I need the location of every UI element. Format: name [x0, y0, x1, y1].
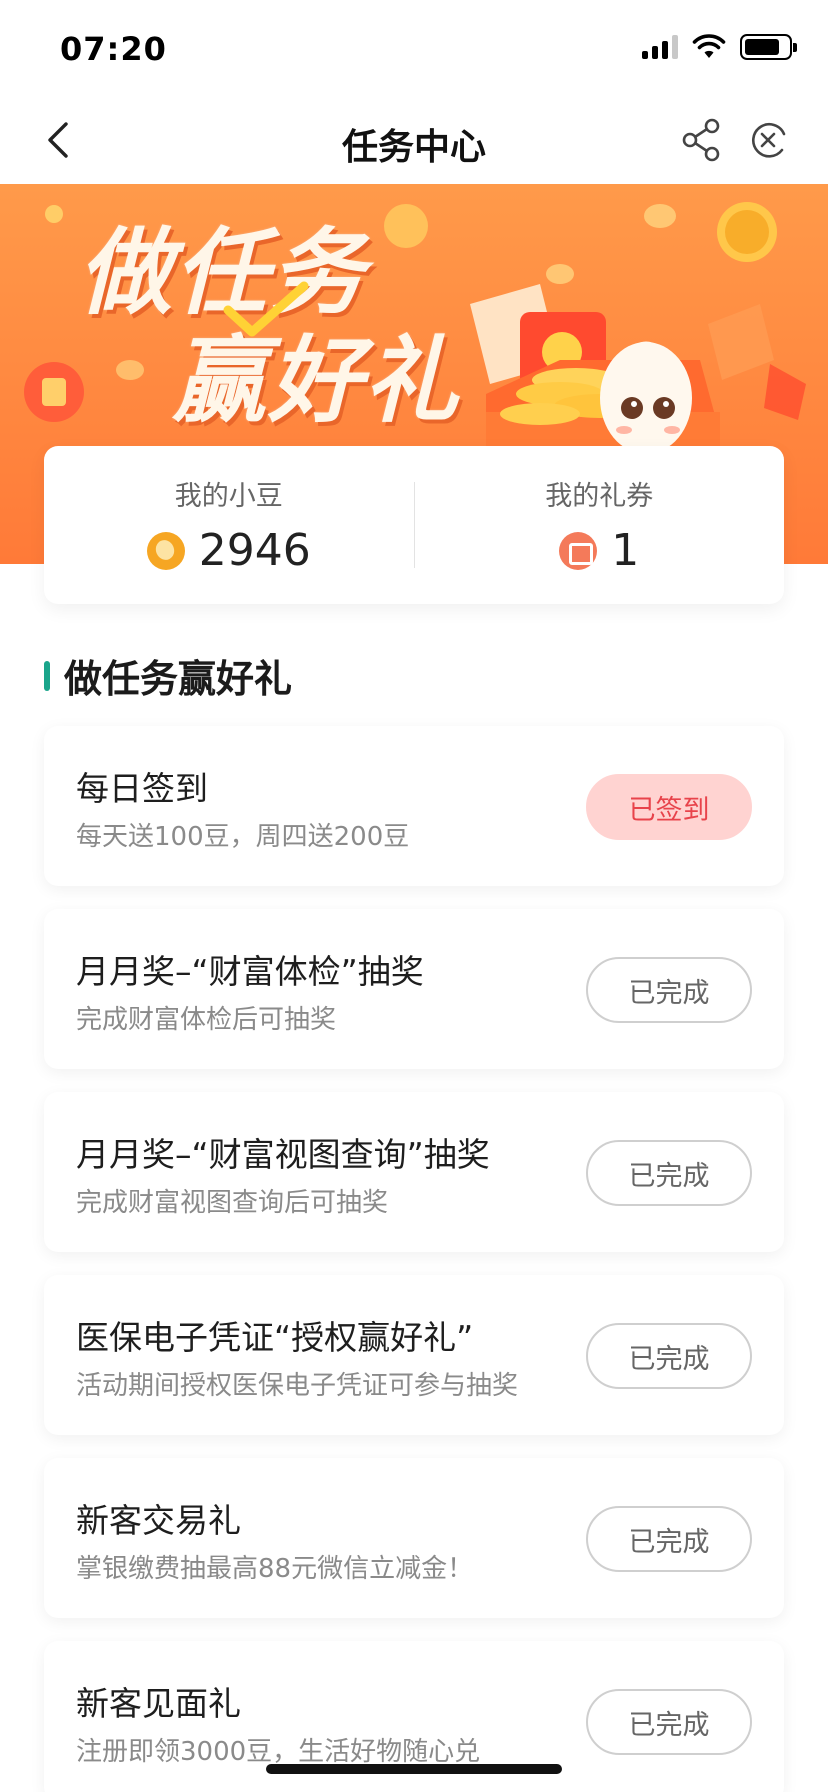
task-name: 每日签到	[76, 769, 208, 808]
cellular-signal-icon	[642, 35, 678, 59]
status-bar: 07:20	[0, 0, 828, 96]
signed-in-button[interactable]: 已签到	[586, 774, 752, 840]
task-desc: 注册即领3000豆，生活好物随心兑	[76, 1737, 481, 1767]
beans-label: 我的小豆	[174, 481, 283, 512]
task-name: 医保电子凭证“授权赢好礼”	[76, 1318, 474, 1357]
completed-button[interactable]: 已完成	[586, 1689, 752, 1755]
checkmark-icon	[223, 281, 309, 337]
status-icons	[642, 34, 797, 60]
task-card: 月月奖–“财富体检”抽奖 完成财富体检后可抽奖 已完成	[44, 909, 784, 1069]
beans-value: 2946	[198, 525, 311, 576]
completed-button[interactable]: 已完成	[586, 957, 752, 1023]
task-name: 月月奖–“财富视图查询”抽奖	[76, 1135, 490, 1174]
task-desc: 每天送100豆，周四送200豆	[76, 822, 410, 852]
task-center-page: 07:20 任务中心 做任务 赢好礼 我的小豆 2946 我的礼券 1 做任务赢…	[0, 0, 828, 1792]
completed-button[interactable]: 已完成	[586, 1506, 752, 1572]
bean-coin-icon	[146, 531, 185, 570]
close-circle-icon[interactable]	[744, 116, 792, 164]
wifi-icon	[692, 34, 726, 58]
coupons-value: 1	[611, 525, 640, 576]
share-icon[interactable]	[678, 116, 726, 164]
my-beans[interactable]: 我的小豆 2946	[44, 446, 414, 604]
coupons-label: 我的礼券	[545, 481, 654, 512]
my-coupons[interactable]: 我的礼券 1	[415, 446, 785, 604]
banner-title-line2: 赢好礼	[172, 327, 461, 436]
task-card: 医保电子凭证“授权赢好礼” 活动期间授权医保电子凭证可参与抽奖 已完成	[44, 1275, 784, 1435]
task-name: 月月奖–“财富体检”抽奖	[76, 952, 424, 991]
task-card: 新客交易礼 掌银缴费抽最高88元微信立减金！ 已完成	[44, 1458, 784, 1618]
nav-bar: 任务中心	[0, 96, 828, 184]
home-indicator	[266, 1764, 562, 1774]
section-title: 做任务赢好礼	[64, 657, 293, 701]
section-accent-bar	[44, 660, 50, 691]
task-desc: 掌银缴费抽最高88元微信立减金！	[76, 1554, 474, 1584]
section-header: 做任务赢好礼	[44, 648, 292, 703]
task-card: 月月奖–“财富视图查询”抽奖 完成财富视图查询后可抽奖 已完成	[44, 1092, 784, 1252]
completed-button[interactable]: 已完成	[586, 1140, 752, 1206]
completed-button[interactable]: 已完成	[586, 1323, 752, 1389]
task-card: 每日签到 每天送100豆，周四送200豆 已签到	[44, 726, 784, 886]
task-name: 新客交易礼	[76, 1501, 241, 1540]
task-desc: 活动期间授权医保电子凭证可参与抽奖	[76, 1371, 519, 1401]
task-desc: 完成财富视图查询后可抽奖	[76, 1188, 389, 1218]
status-time: 07:20	[60, 30, 167, 68]
task-name: 新客见面礼	[76, 1684, 241, 1723]
task-list: 每日签到 每天送100豆，周四送200豆 已签到 月月奖–“财富体检”抽奖 完成…	[44, 726, 784, 1792]
task-desc: 完成财富体检后可抽奖	[76, 1005, 337, 1035]
battery-icon	[740, 34, 797, 60]
coupon-icon	[559, 531, 598, 570]
assets-summary-card: 我的小豆 2946 我的礼券 1	[44, 446, 784, 604]
